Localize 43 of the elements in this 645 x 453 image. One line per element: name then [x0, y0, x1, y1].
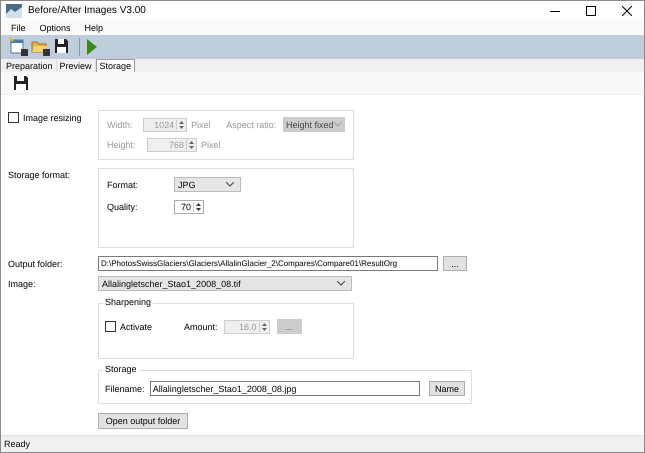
checkbox[interactable]	[105, 321, 116, 332]
tab[interactable]: Storage	[96, 59, 136, 72]
status-text: Ready	[4, 439, 30, 449]
window-title: Before/After Images V3.00	[28, 5, 146, 16]
field-label: Aspect ratio:	[226, 120, 278, 130]
field-label: Height:	[107, 140, 137, 150]
field-label: Quality:	[107, 202, 139, 212]
menu-item[interactable]: Help	[84, 22, 104, 32]
maximize-icon[interactable]	[586, 6, 596, 16]
field-label: Filename:	[105, 384, 146, 394]
app-icon	[6, 4, 22, 18]
field-label: Amount:	[184, 322, 218, 332]
image-dropdown[interactable]: Allalingletscher_Stao1_2008_08.tif	[98, 276, 352, 291]
spinner-arrows-icon[interactable]	[193, 202, 203, 212]
quality-spinner[interactable]: 70	[174, 200, 204, 214]
format-dropdown[interactable]: JPG	[174, 177, 241, 192]
checkbox[interactable]	[8, 112, 19, 123]
menu-item[interactable]: File	[11, 22, 26, 32]
chevron-down-icon[interactable]	[337, 281, 345, 286]
checkbox-label[interactable]: Image resizing	[23, 112, 82, 122]
close-icon[interactable]	[622, 6, 632, 16]
output-folder-field[interactable]: D:\PhotosSwissGlaciers\Glaciers\AllalinGlacier_2\Compares\Compare01\ResultOrg	[98, 256, 438, 271]
field-label: Format:	[107, 180, 140, 190]
unit-label: Pixel	[191, 120, 212, 130]
unit-label: Pixel	[201, 140, 222, 150]
browse-button[interactable]: ...	[443, 256, 467, 271]
name-button[interactable]: Name	[429, 381, 465, 396]
save-icon[interactable]	[13, 75, 29, 91]
field-label: Image:	[8, 278, 37, 288]
menu-item[interactable]: Options	[40, 22, 71, 32]
open-output-folder-button[interactable]: Open output folder	[98, 413, 188, 429]
chevron-down-icon[interactable]	[226, 182, 234, 187]
group-title: Storage	[103, 364, 139, 374]
checkbox-label[interactable]: Activate	[120, 322, 180, 332]
options-button[interactable]: ...	[276, 319, 302, 334]
run-icon[interactable]	[86, 38, 98, 56]
aspect-dropdown[interactable]: Height fixed	[282, 117, 345, 132]
field-label: Output folder:	[8, 258, 64, 268]
field-label: Storage format:	[8, 169, 72, 180]
filename-field[interactable]: Allalingletscher_Stao1_2008_08.jpg	[150, 381, 420, 396]
group-title: Sharpening	[103, 297, 154, 307]
field-label: Width:	[107, 120, 134, 130]
new-project-icon[interactable]	[9, 37, 29, 57]
